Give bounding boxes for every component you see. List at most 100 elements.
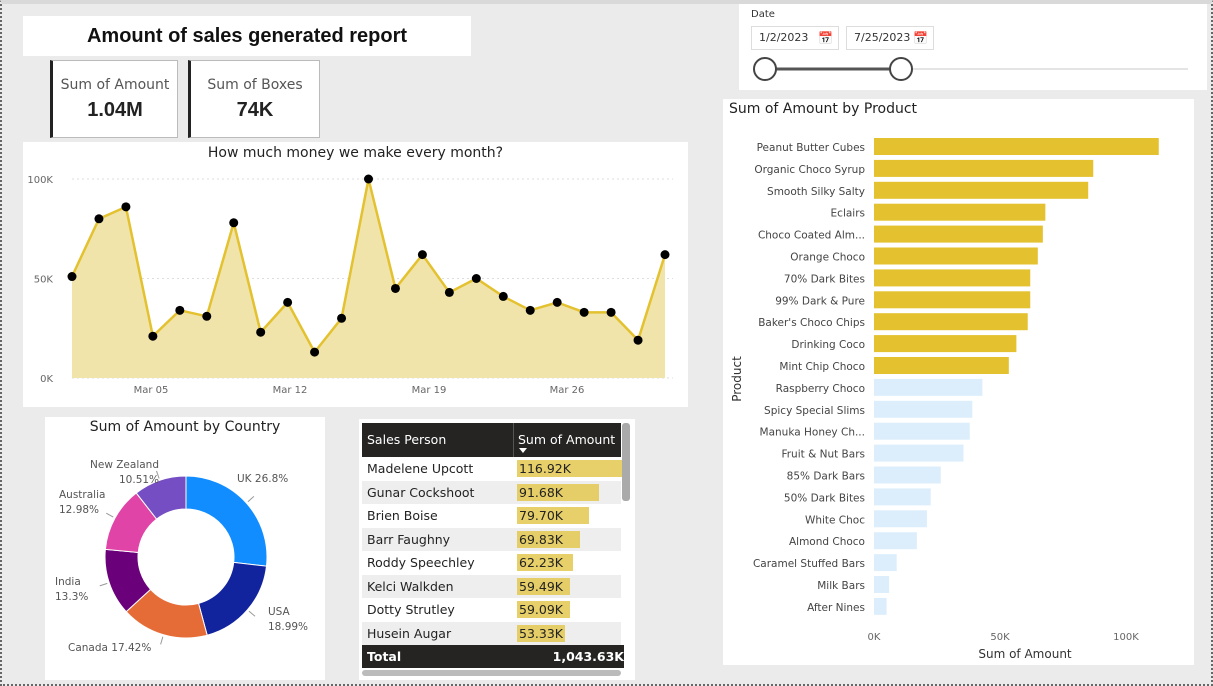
data-point bbox=[579, 307, 589, 317]
sales-person-name: Gunar Cockshoot bbox=[367, 484, 475, 500]
product-bar[interactable] bbox=[874, 138, 1159, 155]
product-label: Milk Bars bbox=[817, 580, 865, 592]
amount-value: 59.09K bbox=[519, 602, 563, 617]
column-header-sales-person[interactable]: Sales Person bbox=[367, 432, 446, 447]
slice-label: New Zealand bbox=[90, 459, 159, 471]
kpi-card-amount[interactable]: Sum of Amount 1.04M bbox=[50, 60, 178, 138]
product-bar[interactable] bbox=[874, 576, 890, 593]
table-row[interactable]: Husein Augar 53.33K bbox=[362, 621, 621, 645]
end-date-input[interactable]: 7/25/2023 📅 bbox=[846, 26, 934, 50]
x-tick-label: 0K bbox=[868, 632, 881, 643]
product-label: Baker's Choco Chips bbox=[758, 317, 865, 329]
y-tick-label: 50K bbox=[34, 275, 54, 286]
product-bar[interactable] bbox=[874, 335, 1017, 353]
product-bar[interactable] bbox=[874, 488, 931, 506]
report-title: Amount of sales generated report bbox=[86, 24, 408, 47]
data-point bbox=[606, 307, 616, 317]
table-row[interactable]: Dotty Strutley 59.09K bbox=[362, 598, 621, 622]
product-bar[interactable] bbox=[874, 400, 973, 418]
country-donut-chart: Sum of Amount by Country UK 26.8% USA 18.9… bbox=[45, 417, 325, 680]
product-label: Spicy Special Slims bbox=[764, 405, 865, 417]
kpi-boxes-value: 74K bbox=[236, 99, 274, 121]
slider-end-handle[interactable] bbox=[889, 57, 913, 81]
product-label: 99% Dark & Pure bbox=[775, 295, 865, 307]
sales-person-name: Barr Faughny bbox=[367, 531, 451, 547]
slice-pct-label: 13.3% bbox=[55, 591, 88, 603]
slice-pct-label: 18.99% bbox=[268, 621, 308, 633]
amount-value: 62.23K bbox=[519, 555, 563, 570]
start-date-value: 1/2/2023 bbox=[759, 31, 809, 44]
data-point bbox=[364, 174, 373, 184]
sales-person-name: Madelene Upcott bbox=[367, 461, 474, 476]
product-bar[interactable] bbox=[874, 378, 983, 396]
product-bar[interactable] bbox=[874, 291, 1031, 309]
product-label: Raspberry Choco bbox=[776, 383, 865, 395]
calendar-icon[interactable]: 📅 bbox=[818, 27, 833, 49]
product-label: Drinking Coco bbox=[791, 339, 865, 351]
start-date-input[interactable]: 1/2/2023 📅 bbox=[751, 26, 839, 50]
data-point bbox=[444, 287, 454, 297]
slice-pct-label: 12.98% bbox=[59, 504, 99, 516]
column-header-sum-of-amount[interactable]: Sum of Amount bbox=[518, 432, 615, 447]
table-row[interactable]: Kelci Walkden 59.49K bbox=[362, 574, 621, 598]
product-bar[interactable] bbox=[874, 247, 1038, 265]
data-point bbox=[175, 305, 185, 315]
slice-leader-line bbox=[248, 610, 256, 617]
data-point bbox=[471, 274, 481, 283]
calendar-icon[interactable]: 📅 bbox=[913, 27, 928, 49]
data-point bbox=[660, 250, 670, 260]
amount-value: 116.92K bbox=[519, 461, 571, 476]
table-row[interactable]: Brien Boise 79.70K bbox=[362, 504, 621, 528]
data-point bbox=[498, 291, 508, 301]
data-point bbox=[417, 250, 427, 260]
product-bar[interactable] bbox=[874, 225, 1043, 243]
product-bar[interactable] bbox=[874, 444, 964, 462]
amount-value: 79.70K bbox=[519, 508, 563, 523]
product-bar[interactable] bbox=[874, 510, 927, 528]
x-tick-label: Mar 26 bbox=[550, 385, 585, 396]
donut-slice[interactable] bbox=[197, 561, 268, 636]
kpi-card-boxes[interactable]: Sum of Boxes 74K bbox=[188, 60, 320, 138]
product-bar[interactable] bbox=[874, 313, 1028, 331]
product-bar[interactable] bbox=[874, 597, 887, 615]
product-label: After Nines bbox=[807, 602, 865, 614]
product-bar[interactable] bbox=[874, 203, 1046, 221]
product-label: Organic Choco Syrup bbox=[754, 164, 865, 176]
table-row[interactable]: Roddy Speechley 62.23K bbox=[362, 551, 621, 575]
table-row[interactable]: Barr Faughny 69.83K bbox=[362, 527, 621, 551]
product-label: Caramel Stuffed Bars bbox=[753, 558, 865, 570]
product-bar[interactable] bbox=[874, 269, 1031, 287]
product-label: Almond Choco bbox=[789, 536, 865, 548]
product-bar[interactable] bbox=[874, 422, 970, 440]
table-row[interactable]: Madelene Upcott 116.92K bbox=[362, 457, 622, 481]
sales-person-name: Dotty Strutley bbox=[367, 602, 455, 617]
table-row[interactable]: Gunar Cockshoot 91.68K bbox=[362, 480, 621, 504]
y-tick-label: 100K bbox=[27, 175, 53, 186]
data-point bbox=[390, 283, 400, 293]
donut-slice[interactable] bbox=[185, 475, 268, 567]
product-label: Orange Choco bbox=[790, 252, 865, 264]
product-bar[interactable] bbox=[874, 532, 917, 550]
product-bar[interactable] bbox=[874, 357, 1009, 374]
vertical-scrollbar[interactable] bbox=[622, 423, 630, 501]
slider-start-handle[interactable] bbox=[753, 57, 777, 81]
product-label: Eclairs bbox=[831, 208, 865, 220]
horizontal-scrollbar[interactable] bbox=[362, 670, 621, 676]
sort-descending-icon[interactable] bbox=[519, 448, 527, 453]
data-point bbox=[148, 331, 158, 341]
amount-value: 69.83K bbox=[519, 531, 563, 547]
data-point bbox=[633, 335, 643, 345]
product-bar[interactable] bbox=[874, 159, 1094, 177]
data-point bbox=[552, 297, 562, 307]
x-tick-label: Mar 12 bbox=[273, 385, 308, 396]
end-date-value: 7/25/2023 bbox=[854, 31, 911, 44]
data-point bbox=[94, 214, 104, 224]
product-bar[interactable] bbox=[874, 466, 941, 484]
sales-person-name: Brien Boise bbox=[367, 508, 438, 523]
y-tick-label: 0K bbox=[40, 374, 53, 385]
product-bar[interactable] bbox=[874, 181, 1089, 199]
slice-leader-line bbox=[99, 582, 108, 587]
x-tick-label: Mar 19 bbox=[412, 385, 447, 396]
x-tick-label: 100K bbox=[1113, 632, 1139, 643]
product-bar[interactable] bbox=[874, 554, 897, 572]
